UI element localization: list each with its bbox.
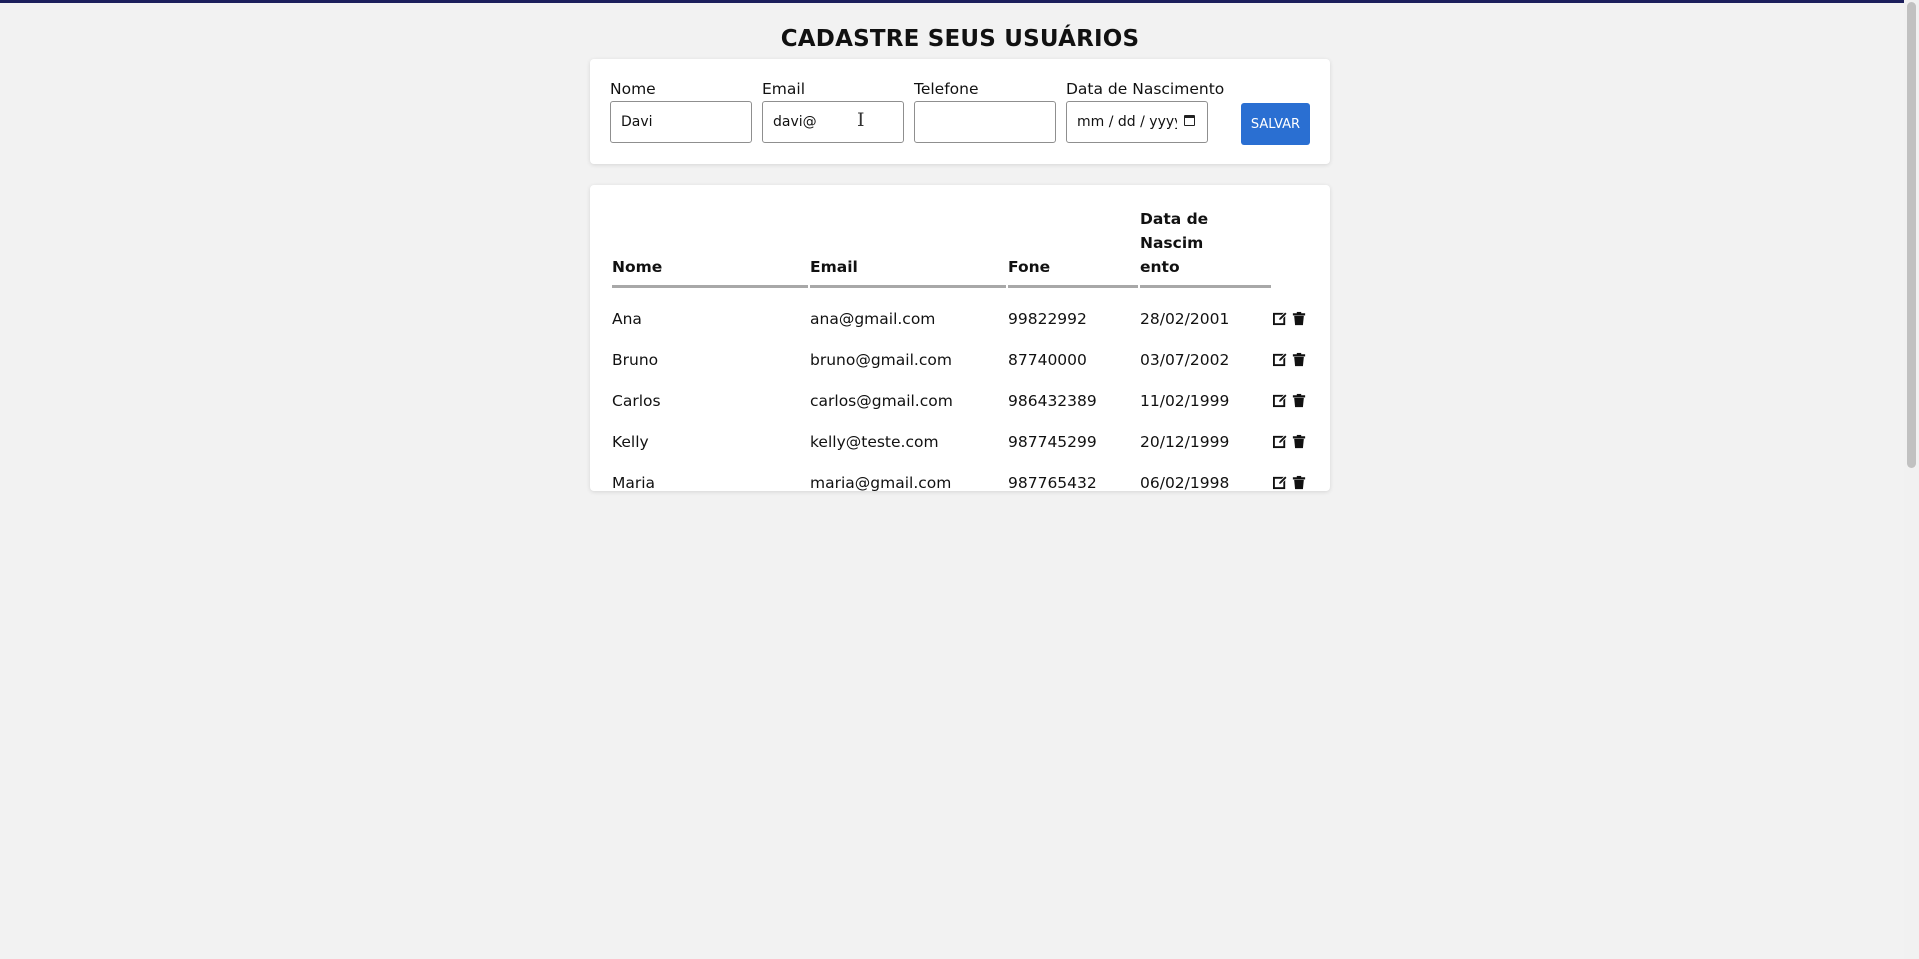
header-fone: Fone <box>1008 207 1138 288</box>
cell-email: bruno@gmail.com <box>810 350 952 369</box>
users-table-card: Nome Email Fone Data de Nascim ento Ana an… <box>590 185 1330 492</box>
nome-input[interactable]: Davi <box>610 101 752 143</box>
cell-fone: 987745299 <box>1008 432 1097 451</box>
row-actions <box>1273 393 1313 408</box>
cell-data: 06/02/1998 <box>1140 473 1230 492</box>
data-nascimento-label: Data de Nascimento <box>1066 80 1225 98</box>
cell-email: ana@gmail.com <box>810 309 936 328</box>
nome-input-value: Davi <box>621 114 653 130</box>
table-row: Kelly kelly@teste.com 987745299 20/12/1999 <box>612 421 1313 462</box>
table-header-row: Nome Email Fone Data de Nascim ento <box>612 207 1313 288</box>
row-actions <box>1273 434 1313 449</box>
trash-icon[interactable] <box>1292 475 1307 490</box>
row-actions <box>1273 311 1313 326</box>
scrollbar-thumb[interactable] <box>1907 2 1916 468</box>
email-input-value: davi@ <box>773 114 817 130</box>
edit-icon[interactable] <box>1273 475 1288 490</box>
data-nascimento-input[interactable]: mm / dd / yyyy <box>1066 101 1208 143</box>
row-actions <box>1273 352 1313 367</box>
cell-nome: Carlos <box>612 391 661 410</box>
save-button[interactable]: SALVAR <box>1241 103 1310 145</box>
header-email: Email <box>810 207 1006 288</box>
trash-icon[interactable] <box>1292 352 1307 367</box>
cell-fone: 986432389 <box>1008 391 1097 410</box>
calendar-icon[interactable] <box>1184 115 1195 126</box>
header-data-nascimento: Data de Nascim ento <box>1140 207 1271 288</box>
cell-nome: Bruno <box>612 350 659 369</box>
nome-label: Nome <box>610 80 656 98</box>
data-nascimento-field: Data de Nascimento mm / dd / yyyy <box>1066 79 1225 143</box>
table-row: Bruno bruno@gmail.com 87740000 03/07/2002 <box>612 339 1313 380</box>
table-body: Ana ana@gmail.com 99822992 28/02/2001 Bruno b… <box>612 288 1313 503</box>
cell-email: maria@gmail.com <box>810 473 952 492</box>
cell-fone: 99822992 <box>1008 309 1087 328</box>
text-cursor-icon: I <box>857 109 865 131</box>
nome-field: Nome Davi <box>610 79 752 143</box>
header-data-line2: ento <box>1140 258 1180 276</box>
cell-data: 20/12/1999 <box>1140 432 1230 451</box>
header-data-line1: Data de Nascim <box>1140 210 1209 252</box>
edit-icon[interactable] <box>1273 311 1288 326</box>
users-table: Nome Email Fone Data de Nascim ento Ana an… <box>610 207 1315 503</box>
trash-icon[interactable] <box>1292 434 1307 449</box>
cell-actions <box>1273 288 1313 339</box>
email-label: Email <box>762 80 806 98</box>
data-nascimento-placeholder: mm / dd / yyyy <box>1077 114 1177 130</box>
cell-actions <box>1273 421 1313 462</box>
cell-actions <box>1273 339 1313 380</box>
cell-actions <box>1273 462 1313 503</box>
cell-fone: 987765432 <box>1008 473 1097 492</box>
email-field: Email davi@ I <box>762 79 904 143</box>
page-title: CADASTRE SEUS USUÁRIOS <box>780 26 1140 52</box>
cell-data: 11/02/1999 <box>1140 391 1230 410</box>
header-actions <box>1273 207 1313 288</box>
telefone-label: Telefone <box>914 80 979 98</box>
row-actions <box>1273 475 1313 490</box>
cell-actions <box>1273 380 1313 421</box>
trash-icon[interactable] <box>1292 393 1307 408</box>
telefone-input[interactable] <box>914 101 1056 143</box>
scrollbar[interactable] <box>1904 0 1919 959</box>
cell-nome: Ana <box>612 309 642 328</box>
header-nome: Nome <box>612 207 808 288</box>
trash-icon[interactable] <box>1292 311 1307 326</box>
edit-icon[interactable] <box>1273 434 1288 449</box>
cell-email: carlos@gmail.com <box>810 391 953 410</box>
cell-data: 03/07/2002 <box>1140 350 1230 369</box>
table-row: Carlos carlos@gmail.com 986432389 11/02/199… <box>612 380 1313 421</box>
cell-email: kelly@teste.com <box>810 432 939 451</box>
edit-icon[interactable] <box>1273 393 1288 408</box>
edit-icon[interactable] <box>1273 352 1288 367</box>
table-row: Maria maria@gmail.com 987765432 06/02/1998 <box>612 462 1313 503</box>
email-input[interactable]: davi@ I <box>762 101 904 143</box>
cell-data: 28/02/2001 <box>1140 309 1230 328</box>
user-form: Nome Davi Email davi@ I Telefone Data de… <box>590 59 1330 164</box>
cell-nome: Kelly <box>612 432 649 451</box>
table-row: Ana ana@gmail.com 99822992 28/02/2001 <box>612 288 1313 339</box>
cell-nome: Maria <box>612 473 656 492</box>
cell-fone: 87740000 <box>1008 350 1087 369</box>
top-accent-bar <box>0 0 1919 3</box>
telefone-field: Telefone <box>914 79 1056 143</box>
